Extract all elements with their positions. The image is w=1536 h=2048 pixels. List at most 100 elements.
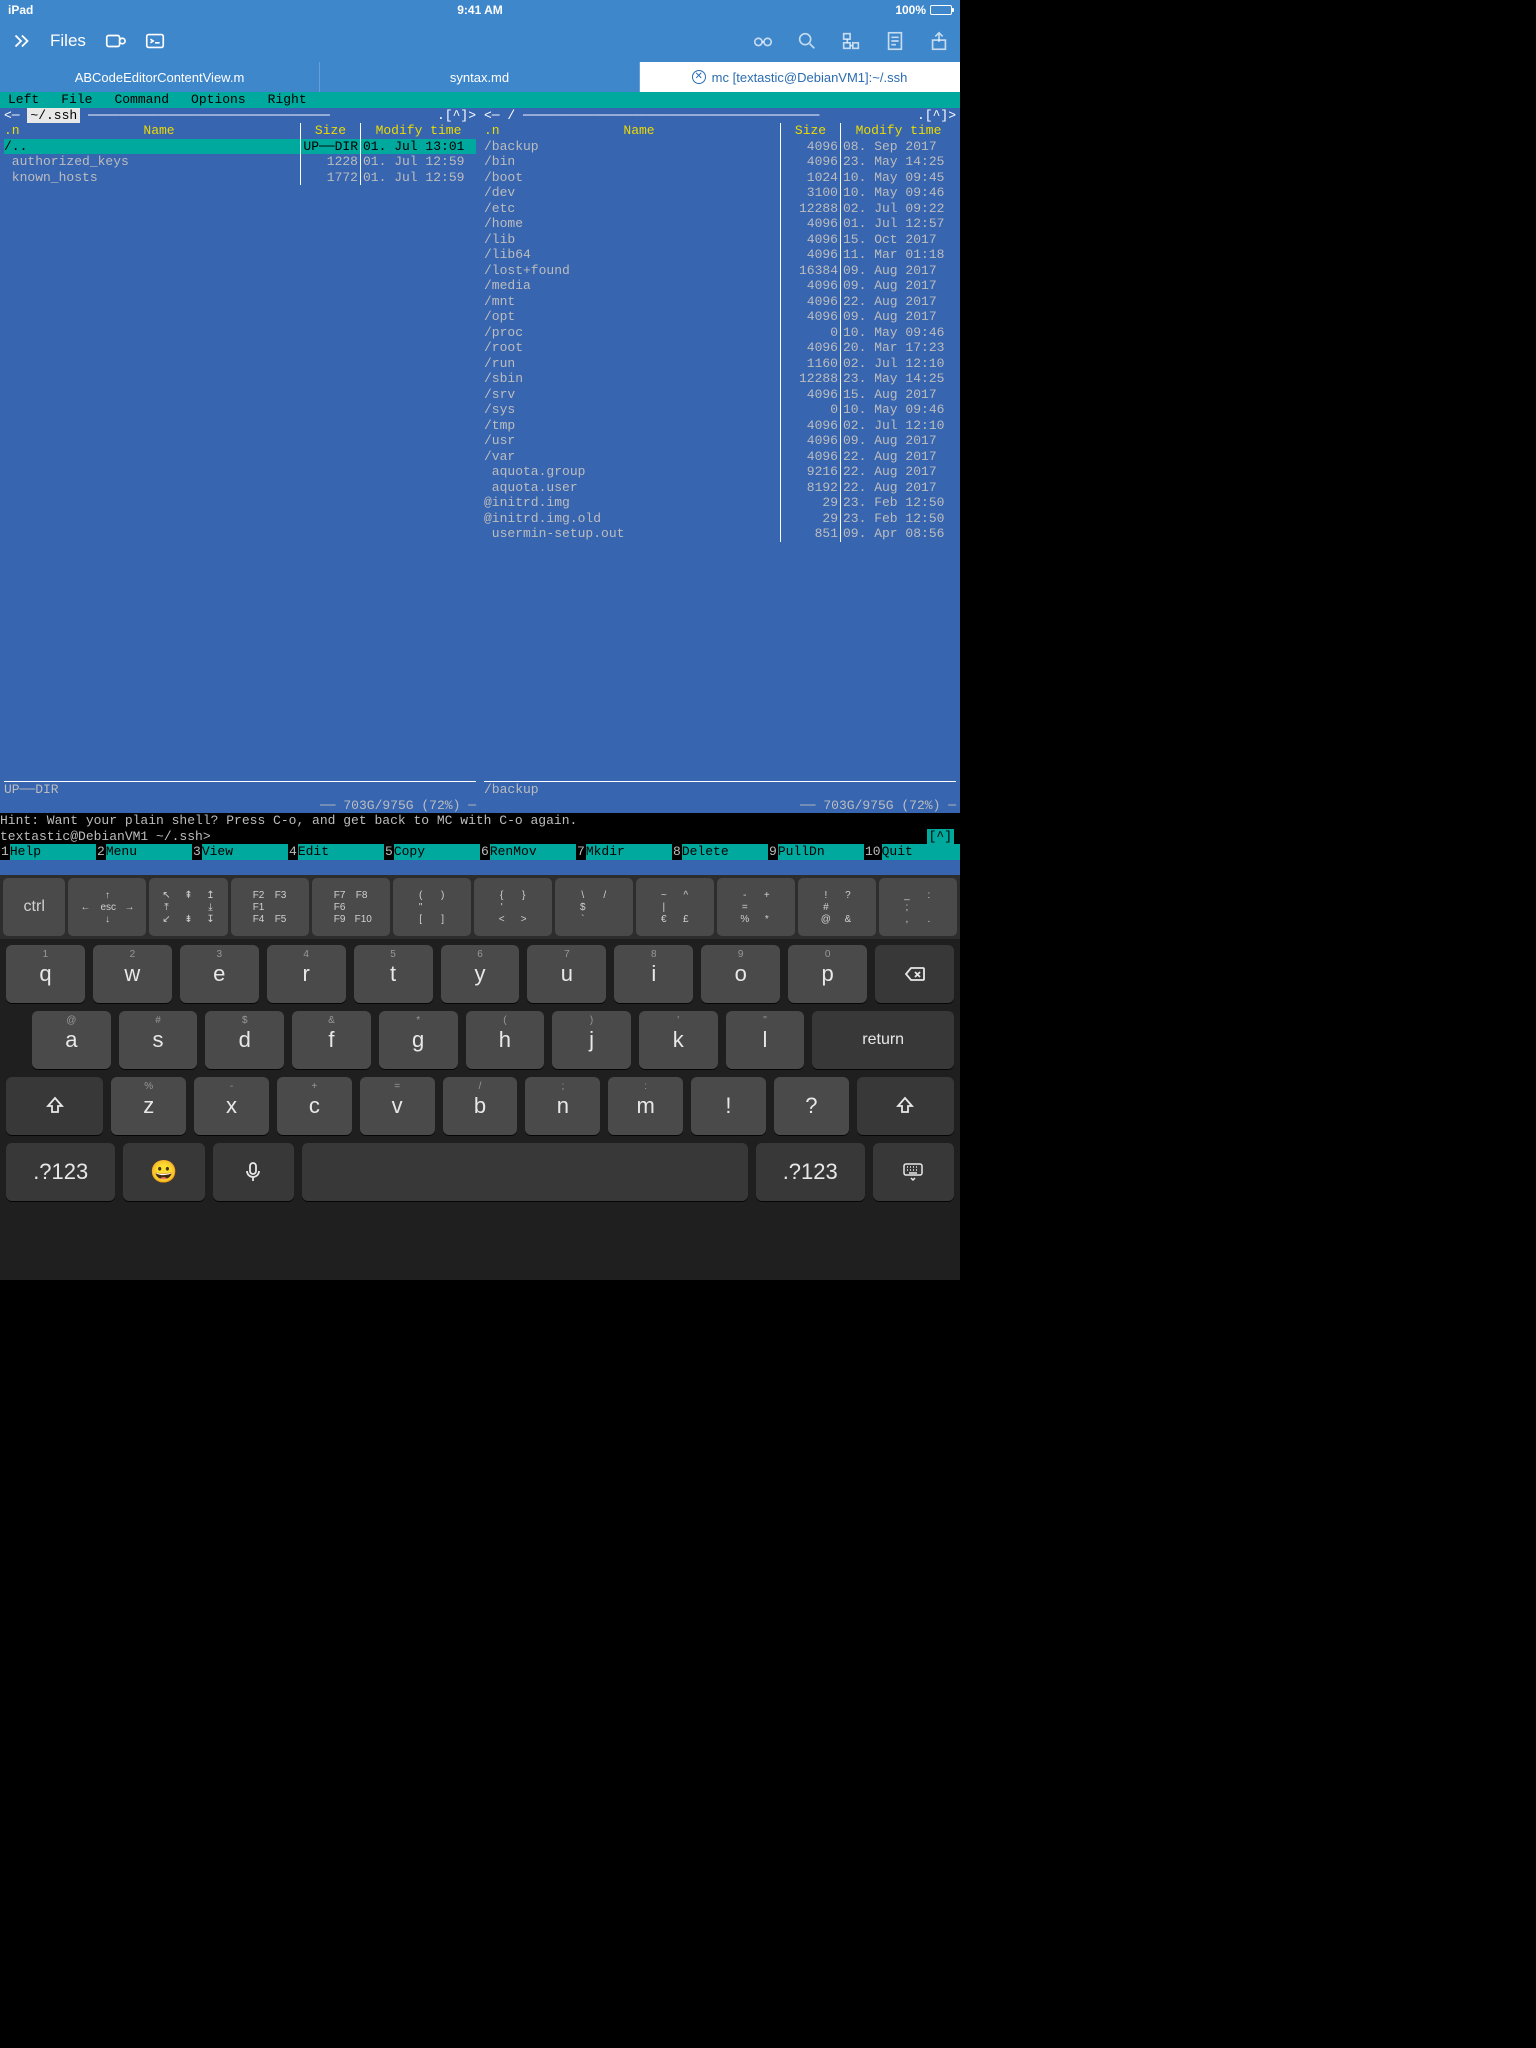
- file-row[interactable]: @initrd.img2923. Feb 12:50: [484, 495, 956, 511]
- symbols-icon[interactable]: [840, 30, 862, 52]
- symbol-pad-3[interactable]: -+=%*: [717, 878, 795, 936]
- file-row[interactable]: /run116002. Jul 12:10: [484, 356, 956, 372]
- file-row[interactable]: /usr409609. Aug 2017: [484, 433, 956, 449]
- fn-key-3[interactable]: 3View: [192, 844, 288, 860]
- key-x[interactable]: -x: [194, 1077, 269, 1135]
- tab-2[interactable]: ✕ mc [textastic@DebianVM1]:~/.ssh: [640, 62, 960, 92]
- symbol-pad-4[interactable]: !?#@&: [798, 878, 876, 936]
- key-e[interactable]: 3e: [180, 945, 259, 1003]
- key-?[interactable]: ?: [774, 1077, 849, 1135]
- file-row[interactable]: aquota.user819222. Aug 2017: [484, 480, 956, 496]
- key-r[interactable]: 4r: [267, 945, 346, 1003]
- key-h[interactable]: (h: [466, 1011, 545, 1069]
- key-n[interactable]: ;n: [525, 1077, 600, 1135]
- file-row[interactable]: /boot102410. May 09:45: [484, 170, 956, 186]
- space-key[interactable]: [302, 1143, 748, 1201]
- file-row[interactable]: usermin-setup.out85109. Apr 08:56: [484, 526, 956, 542]
- menu-options[interactable]: Options: [187, 92, 264, 108]
- dismiss-keyboard-key[interactable]: [873, 1143, 954, 1201]
- key-w[interactable]: 2w: [93, 945, 172, 1003]
- arrow-pad[interactable]: ↑←esc→↓: [68, 878, 146, 936]
- tab-1[interactable]: syntax.md: [320, 62, 640, 92]
- key-l[interactable]: "l: [726, 1011, 805, 1069]
- key-k[interactable]: 'k: [639, 1011, 718, 1069]
- key-g[interactable]: *g: [379, 1011, 458, 1069]
- key-t[interactable]: 5t: [354, 945, 433, 1003]
- file-row[interactable]: aquota.group921622. Aug 2017: [484, 464, 956, 480]
- nav-pad[interactable]: ↖⇞↥⤒⤓↙⇟↧: [149, 878, 227, 936]
- fn-key-6[interactable]: 6RenMov: [480, 844, 576, 860]
- key-p[interactable]: 0p: [788, 945, 867, 1003]
- terminal-icon[interactable]: [144, 30, 166, 52]
- file-row[interactable]: /proc010. May 09:46: [484, 325, 956, 341]
- dictation-key[interactable]: [213, 1143, 294, 1201]
- mc-right-panel[interactable]: <─ / ───────────────────────────────────…: [480, 108, 960, 814]
- key-s[interactable]: #s: [119, 1011, 198, 1069]
- key-j[interactable]: )j: [552, 1011, 631, 1069]
- key-v[interactable]: =v: [360, 1077, 435, 1135]
- file-row[interactable]: /backup409608. Sep 2017: [484, 139, 956, 155]
- key-y[interactable]: 6y: [441, 945, 520, 1003]
- key-f[interactable]: &f: [292, 1011, 371, 1069]
- menu-left[interactable]: Left: [4, 92, 57, 108]
- share-icon[interactable]: [928, 30, 950, 52]
- fn-key-7[interactable]: 7Mkdir: [576, 844, 672, 860]
- backspace-key[interactable]: [875, 945, 954, 1003]
- file-row[interactable]: /mnt409622. Aug 2017: [484, 294, 956, 310]
- bracket-pad-1[interactable]: ()"[]: [393, 878, 471, 936]
- close-icon[interactable]: ✕: [692, 70, 706, 84]
- symbol-pad-1[interactable]: \/$`: [555, 878, 633, 936]
- file-row[interactable]: /lost+found1638409. Aug 2017: [484, 263, 956, 279]
- recent-icon[interactable]: [104, 30, 126, 52]
- mc-left-panel[interactable]: <─ ~/.ssh ──────────────────────────────…: [0, 108, 480, 814]
- menu-right[interactable]: Right: [264, 92, 325, 108]
- ctrl-key[interactable]: ctrl: [3, 878, 65, 936]
- shell-prompt[interactable]: textastic@DebianVM1 ~/.ssh>[^]: [0, 829, 960, 845]
- key-z[interactable]: %z: [111, 1077, 186, 1135]
- properties-icon[interactable]: [884, 30, 906, 52]
- return-key[interactable]: return: [812, 1011, 954, 1069]
- key-b[interactable]: /b: [443, 1077, 518, 1135]
- file-row[interactable]: /lib64409611. Mar 01:18: [484, 247, 956, 263]
- chevrons-icon[interactable]: [10, 30, 32, 52]
- key-i[interactable]: 8i: [614, 945, 693, 1003]
- menu-command[interactable]: Command: [110, 92, 187, 108]
- symbol-pad-5[interactable]: _:;,.: [879, 878, 957, 936]
- emoji-key[interactable]: 😀: [123, 1143, 204, 1201]
- toolbar-title[interactable]: Files: [50, 31, 86, 51]
- numkey-right[interactable]: .?123: [756, 1143, 865, 1201]
- file-row[interactable]: /..UP──DIR01. Jul 13:01: [4, 139, 476, 155]
- file-row[interactable]: /opt409609. Aug 2017: [484, 309, 956, 325]
- key-o[interactable]: 9o: [701, 945, 780, 1003]
- file-row[interactable]: /home409601. Jul 12:57: [484, 216, 956, 232]
- fn-key-9[interactable]: 9PullDn: [768, 844, 864, 860]
- file-row[interactable]: authorized_keys122801. Jul 12:59: [4, 154, 476, 170]
- file-row[interactable]: /dev310010. May 09:46: [484, 185, 956, 201]
- file-row[interactable]: /srv409615. Aug 2017: [484, 387, 956, 403]
- search-icon[interactable]: [796, 30, 818, 52]
- file-row[interactable]: /bin409623. May 14:25: [484, 154, 956, 170]
- key-c[interactable]: +c: [277, 1077, 352, 1135]
- key-a[interactable]: @a: [32, 1011, 111, 1069]
- tab-0[interactable]: ABCodeEditorContentView.m: [0, 62, 320, 92]
- file-row[interactable]: /etc1228802. Jul 09:22: [484, 201, 956, 217]
- fn-pad-1[interactable]: F2F3F1F4F5: [231, 878, 309, 936]
- key-m[interactable]: :m: [608, 1077, 683, 1135]
- file-row[interactable]: /sbin1228823. May 14:25: [484, 371, 956, 387]
- bracket-pad-2[interactable]: {}'<>: [474, 878, 552, 936]
- file-row[interactable]: known_hosts177201. Jul 12:59: [4, 170, 476, 186]
- shift-left-key[interactable]: [6, 1077, 103, 1135]
- fn-key-5[interactable]: 5Copy: [384, 844, 480, 860]
- file-row[interactable]: /root409620. Mar 17:23: [484, 340, 956, 356]
- file-row[interactable]: @initrd.img.old2923. Feb 12:50: [484, 511, 956, 527]
- file-row[interactable]: /media409609. Aug 2017: [484, 278, 956, 294]
- numkey-left[interactable]: .?123: [6, 1143, 115, 1201]
- fn-key-10[interactable]: 10Quit: [864, 844, 960, 860]
- file-row[interactable]: /var409622. Aug 2017: [484, 449, 956, 465]
- file-row[interactable]: /sys010. May 09:46: [484, 402, 956, 418]
- symbol-pad-2[interactable]: ~^|€£: [636, 878, 714, 936]
- fn-key-2[interactable]: 2Menu: [96, 844, 192, 860]
- file-row[interactable]: /lib409615. Oct 2017: [484, 232, 956, 248]
- menu-file[interactable]: File: [57, 92, 110, 108]
- fn-pad-2[interactable]: F7F8F6F9F10: [312, 878, 390, 936]
